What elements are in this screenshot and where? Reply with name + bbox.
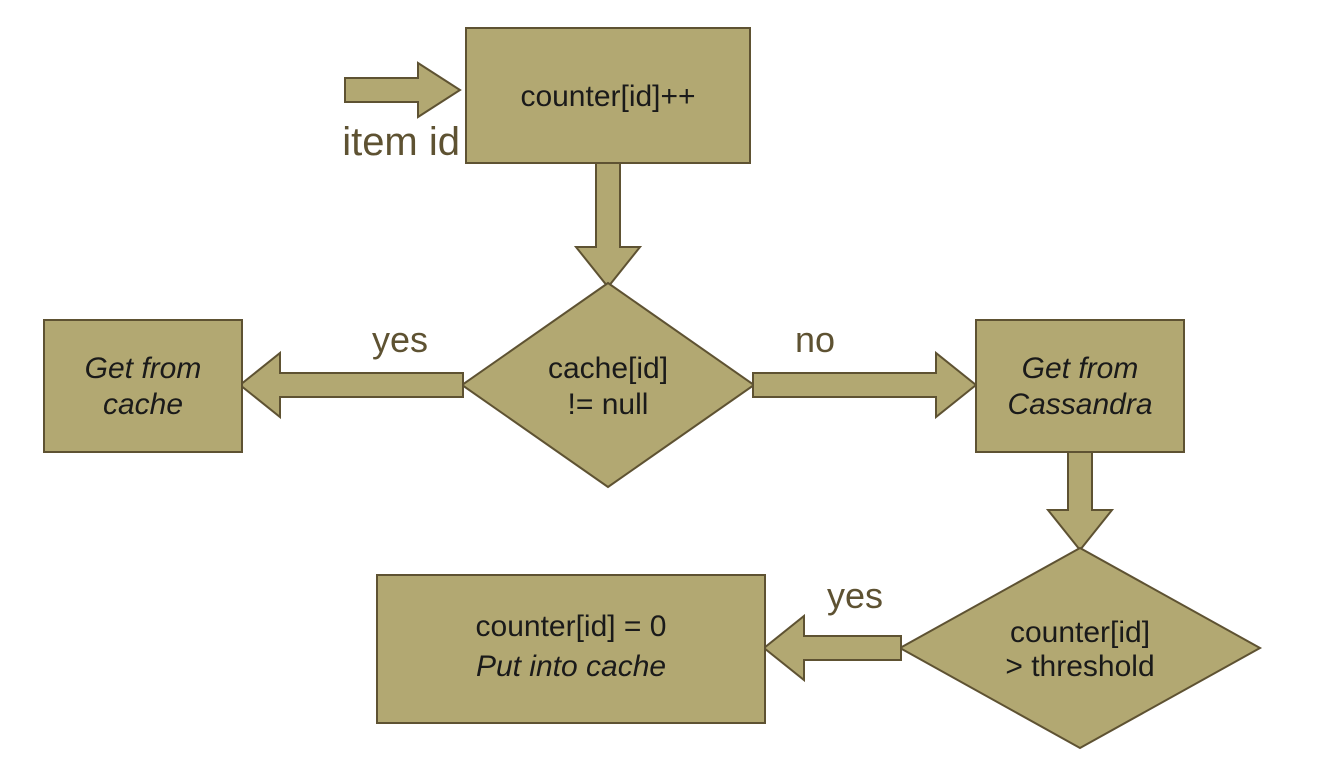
node-get-from-cache-line2: cache <box>103 388 183 421</box>
node-threshold-check: counter[id] > threshold <box>900 548 1260 748</box>
node-cache-check-line2: != null <box>568 388 649 421</box>
node-threshold-check-line2: > threshold <box>1005 650 1154 683</box>
arrow-threshold-yes <box>764 616 901 680</box>
node-put-into-cache: counter[id] = 0 Put into cache <box>377 575 765 723</box>
edge-label-cache-no: no <box>795 319 835 360</box>
node-counter-increment-text: counter[id]++ <box>520 80 695 113</box>
node-cache-check: cache[id] != null <box>462 283 754 487</box>
node-put-into-cache-line1: counter[id] = 0 <box>476 610 667 643</box>
input-arrow-icon <box>345 63 460 117</box>
node-get-from-cache-line1: Get from <box>85 352 202 385</box>
node-counter-increment: counter[id]++ <box>466 28 750 163</box>
edge-label-threshold-yes: yes <box>827 575 883 616</box>
node-get-from-cassandra: Get from Cassandra <box>976 320 1184 452</box>
input-label: item id <box>342 120 460 164</box>
arrow-cachecheck-yes <box>240 353 463 417</box>
node-get-from-cassandra-line1: Get from <box>1022 352 1139 385</box>
arrow-cachecheck-no <box>753 353 976 417</box>
flowchart: item id counter[id]++ cache[id] != null … <box>0 0 1338 768</box>
node-get-from-cache: Get from cache <box>44 320 242 452</box>
arrow-counter-to-cachecheck <box>576 163 640 287</box>
edge-label-cache-yes: yes <box>372 319 428 360</box>
node-get-from-cassandra-line2: Cassandra <box>1007 388 1152 421</box>
node-threshold-check-line1: counter[id] <box>1010 616 1150 649</box>
node-put-into-cache-line2: Put into cache <box>476 650 666 683</box>
arrow-cassandra-to-threshold <box>1048 452 1112 550</box>
node-cache-check-line1: cache[id] <box>548 352 668 385</box>
